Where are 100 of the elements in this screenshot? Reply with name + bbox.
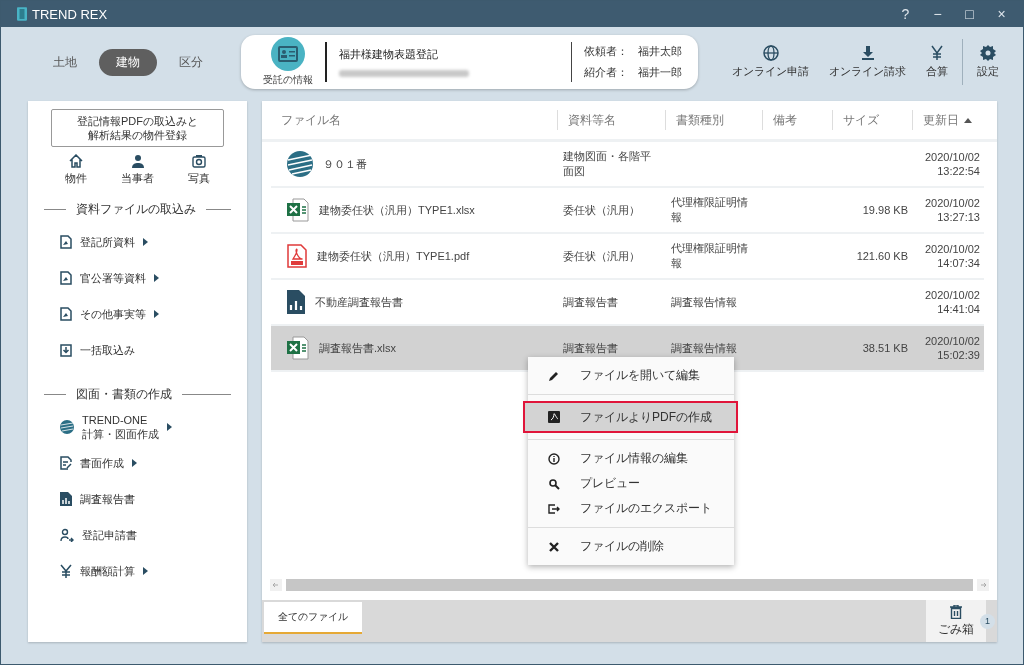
person-arrow-icon bbox=[60, 528, 74, 542]
document-type: 調査報告情報 bbox=[671, 340, 737, 356]
file-row[interactable]: 建物委任状（汎用）TYPE1.pdf 委任状（汎用） 代理権限証明情報 121.60 KB 2020/10/02 14:07:34 bbox=[271, 234, 984, 280]
case-title: 福井様建物表題登記 bbox=[339, 46, 439, 62]
section-heading: 資料ファイルの取込み bbox=[76, 201, 196, 218]
material-name: 委任状（汎用） bbox=[563, 202, 640, 218]
file-name: 不動産調査報告書 bbox=[315, 294, 403, 310]
menu-item[interactable]: ファイルの削除 bbox=[528, 534, 734, 559]
person-icon bbox=[130, 154, 145, 168]
sidebar-item[interactable]: TREND-ONE 計算・図面作成 bbox=[60, 409, 247, 445]
category-tab[interactable]: 土地 bbox=[41, 49, 89, 75]
document-type: 代理権限証明情報 bbox=[671, 241, 749, 271]
window-title: TREND REX bbox=[32, 6, 108, 22]
sort-ascending-icon bbox=[964, 117, 972, 123]
client-label: 依頼者： bbox=[584, 44, 628, 59]
photo-button[interactable]: 写真 bbox=[182, 153, 216, 187]
material-name: 調査報告書 bbox=[563, 294, 618, 310]
file-row[interactable]: ９０１番 建物図面・各階平面図 2020/10/02 13:22:54 bbox=[271, 142, 984, 188]
document-icon bbox=[60, 307, 72, 321]
sidebar-item[interactable]: 報酬額計算 bbox=[60, 553, 247, 589]
menu-item[interactable]: ファイルのエクスポート bbox=[528, 496, 734, 521]
material-name: 委任状（汎用） bbox=[563, 248, 640, 264]
menu-item[interactable]: ファイルよりPDFの作成 bbox=[525, 403, 736, 431]
property-button[interactable]: 物件 bbox=[59, 153, 93, 187]
column-header[interactable]: 更新日 bbox=[913, 111, 982, 129]
online-request-button[interactable]: オンライン請求 bbox=[819, 45, 916, 79]
material-name: 建物図面・各階平面図 bbox=[563, 149, 652, 179]
sidebar-item[interactable]: 官公署等資料 bbox=[60, 260, 247, 296]
pencil-icon bbox=[548, 369, 560, 382]
file-size: 121.60 KB bbox=[856, 250, 908, 262]
download-icon bbox=[859, 45, 876, 61]
client-name: 福井太郎 bbox=[638, 44, 682, 59]
update-time: 14:07:34 bbox=[937, 256, 980, 270]
case-info-button[interactable]: 受託の情報 bbox=[263, 37, 313, 87]
yen-icon bbox=[60, 564, 72, 578]
file-tab[interactable]: 全てのファイル bbox=[264, 602, 362, 634]
horizontal-scrollbar[interactable] bbox=[286, 579, 973, 591]
globe-icon bbox=[762, 45, 779, 61]
file-name: ９０１番 bbox=[323, 156, 367, 172]
menu-item[interactable]: プレビュー bbox=[528, 471, 734, 496]
update-time: 15:02:39 bbox=[937, 348, 980, 362]
settings-button[interactable]: 設定 bbox=[967, 45, 1009, 79]
home-icon bbox=[69, 154, 83, 168]
sidebar-item[interactable]: 登記申請書 bbox=[60, 517, 247, 553]
section-heading: 図面・書類の作成 bbox=[76, 386, 172, 403]
trash-icon bbox=[950, 604, 962, 619]
file-name: 建物委任状（汎用）TYPE1.xlsx bbox=[319, 202, 475, 218]
update-date: 2020/10/02 bbox=[924, 196, 980, 210]
file-row[interactable]: 建物委任状（汎用）TYPE1.xlsx 委任状（汎用） 代理権限証明情報 19.98 KB 2020/10/02 13:27:13 bbox=[271, 188, 984, 234]
column-header[interactable]: 書類種別 bbox=[666, 111, 734, 129]
document-type: 調査報告情報 bbox=[671, 294, 737, 310]
clipboard-icon bbox=[60, 343, 72, 357]
pdf-file-icon bbox=[287, 244, 307, 268]
sidebar-item[interactable]: その他事実等 bbox=[60, 296, 247, 332]
app-logo-icon bbox=[17, 7, 27, 21]
sidebar-item[interactable]: 登記所資料 bbox=[60, 224, 247, 260]
report-icon bbox=[287, 290, 305, 314]
update-date: 2020/10/02 bbox=[924, 288, 980, 302]
trash-button[interactable]: ごみ箱 bbox=[926, 600, 986, 642]
update-time: 14:41:04 bbox=[937, 302, 980, 316]
document-pen-icon bbox=[60, 456, 72, 470]
column-header[interactable]: 資料等名 bbox=[558, 111, 626, 129]
file-size: 19.98 KB bbox=[862, 204, 908, 216]
close-button[interactable]: × bbox=[988, 1, 1015, 27]
file-name: 建物委任状（汎用）TYPE1.pdf bbox=[317, 248, 470, 264]
category-tab[interactable]: 建物 bbox=[99, 48, 157, 76]
sidebar-item[interactable]: 調査報告書 bbox=[60, 481, 247, 517]
parties-button[interactable]: 当事者 bbox=[115, 153, 160, 187]
column-header[interactable]: サイズ bbox=[833, 111, 889, 129]
file-size: 38.51 KB bbox=[862, 342, 908, 354]
column-header[interactable]: 備考 bbox=[763, 111, 807, 129]
export-icon bbox=[548, 502, 560, 515]
pdf-icon bbox=[548, 411, 560, 423]
info-icon bbox=[548, 452, 560, 465]
striped-globe-icon bbox=[60, 420, 74, 434]
material-name: 調査報告書 bbox=[563, 340, 618, 356]
help-button[interactable]: ? bbox=[892, 1, 919, 27]
update-time: 13:22:54 bbox=[937, 164, 980, 178]
update-date: 2020/10/02 bbox=[924, 242, 980, 256]
online-application-button[interactable]: オンライン申請 bbox=[722, 45, 819, 79]
striped-globe-icon bbox=[287, 151, 313, 177]
maximize-button[interactable]: □ bbox=[956, 1, 983, 27]
yen-icon bbox=[929, 45, 945, 61]
update-date: 2020/10/02 bbox=[924, 150, 980, 164]
document-icon bbox=[60, 271, 72, 285]
category-tab[interactable]: 区分 bbox=[167, 49, 215, 75]
import-pdf-button[interactable]: 登記情報PDFの取込みと解析結果の物件登録 bbox=[51, 109, 224, 147]
update-date: 2020/10/02 bbox=[924, 334, 980, 348]
sidebar-item[interactable]: 書面作成 bbox=[60, 445, 247, 481]
minimize-button[interactable]: − bbox=[924, 1, 951, 27]
file-name: 調査報告書.xlsx bbox=[319, 340, 396, 356]
total-button[interactable]: 合算 bbox=[916, 45, 958, 79]
camera-icon bbox=[192, 154, 206, 168]
search-icon bbox=[548, 477, 560, 490]
menu-item[interactable]: ファイル情報の編集 bbox=[528, 446, 734, 471]
sidebar-item[interactable]: 一括取込み bbox=[60, 332, 247, 368]
delete-icon bbox=[548, 540, 560, 553]
update-time: 13:27:13 bbox=[937, 210, 980, 224]
referrer-label: 紹介者： bbox=[584, 65, 628, 80]
column-header[interactable]: ファイル名 bbox=[271, 111, 351, 129]
